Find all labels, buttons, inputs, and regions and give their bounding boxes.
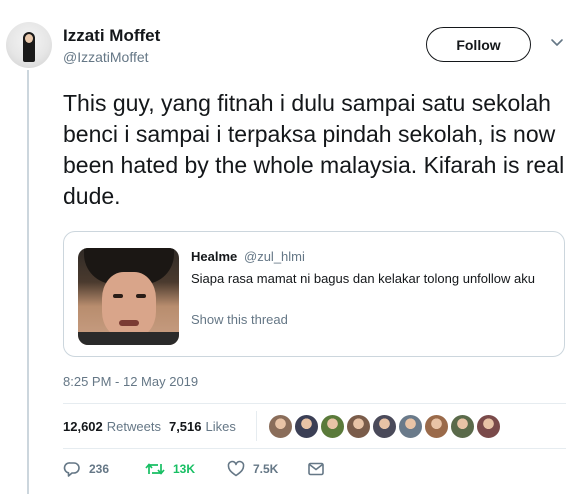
retweet-count: 13K	[173, 462, 196, 476]
likes-count: 7,516	[168, 419, 202, 434]
reply-count: 236	[89, 462, 110, 476]
conversation-thread-line	[27, 70, 29, 494]
divider	[63, 403, 566, 404]
retweets-label: Retweets	[106, 419, 161, 434]
divider	[256, 411, 257, 441]
likes-label: Likes	[205, 419, 236, 434]
retweets-count: 12,602	[63, 419, 103, 434]
liker-avatar[interactable]	[346, 414, 371, 439]
retweets-stat[interactable]: 12,602 Retweets	[63, 419, 161, 434]
tweet-header: Izzati Moffet @IzzatiMoffet Follow	[0, 0, 587, 80]
retweet-icon	[145, 463, 165, 475]
reply-button[interactable]: 236	[63, 460, 109, 478]
retweet-button[interactable]: 13K	[145, 460, 195, 478]
quoted-tweet[interactable]: Healme @zul_hlmi Siapa rasa mamat ni bag…	[63, 231, 565, 357]
show-thread-link[interactable]: Show this thread	[191, 312, 288, 327]
quoted-tweet-text: Siapa rasa mamat ni bagus dan kelakar to…	[191, 271, 535, 286]
like-icon	[227, 460, 245, 477]
tweet-timestamp[interactable]: 8:25 PM - 12 May 2019	[63, 374, 198, 389]
liker-avatar[interactable]	[398, 414, 423, 439]
like-button[interactable]: 7.5K	[227, 460, 278, 478]
user-handle[interactable]: @IzzatiMoffet	[63, 49, 149, 65]
follow-button[interactable]: Follow	[426, 27, 531, 62]
tweet-text: This guy, yang fitnah i dulu sampai satu…	[63, 90, 565, 209]
quoted-user-name: Healme	[191, 249, 238, 264]
like-count: 7.5K	[253, 462, 279, 476]
likes-stat[interactable]: 7,516 Likes	[169, 419, 236, 434]
direct-message-button[interactable]	[307, 460, 325, 478]
liker-avatar[interactable]	[268, 414, 293, 439]
quoted-tweet-image[interactable]	[78, 248, 179, 345]
liker-avatars	[268, 414, 501, 439]
liker-avatar[interactable]	[450, 414, 475, 439]
liker-avatar[interactable]	[294, 414, 319, 439]
divider	[63, 448, 566, 449]
avatar-face	[25, 34, 33, 43]
reply-icon	[63, 462, 80, 477]
liker-avatar[interactable]	[320, 414, 345, 439]
quoted-user-handle: @zul_hlmi	[244, 249, 305, 264]
liker-avatar[interactable]	[476, 414, 501, 439]
tweet-actions: 236 13K 7.5K	[63, 460, 363, 484]
message-icon	[308, 462, 324, 476]
liker-avatar[interactable]	[372, 414, 397, 439]
liker-avatar[interactable]	[424, 414, 449, 439]
chevron-down-icon[interactable]	[549, 34, 565, 50]
user-name[interactable]: Izzati Moffet	[63, 26, 160, 46]
tweet-stats: 12,602 Retweets 7,516 Likes	[63, 419, 236, 434]
avatar[interactable]	[6, 22, 52, 68]
